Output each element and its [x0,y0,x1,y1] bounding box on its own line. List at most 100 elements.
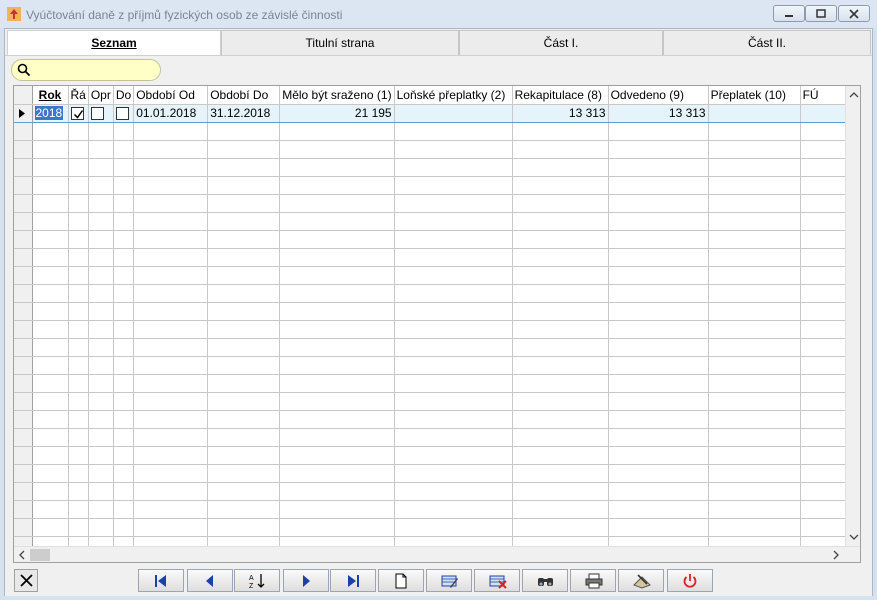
empty-cell [394,158,513,177]
horizontal-scrollbar[interactable] [14,546,860,562]
delete-record-button[interactable] [474,569,520,592]
scroll-right-icon[interactable] [829,548,843,562]
empty-cell [394,392,513,411]
cell-obdobi-od[interactable]: 01.01.2018 [133,103,209,123]
table-row[interactable]: 2018 01.01.2018 31.12.2018 21 195 13 313… [14,103,851,123]
exit-button[interactable] [667,569,713,592]
cell-rok[interactable]: 2018 [32,103,69,123]
empty-cell [279,464,395,483]
edit-record-button[interactable] [426,569,472,592]
empty-cell [512,392,609,411]
empty-cell [800,338,851,357]
cell-dodatecny[interactable] [113,103,135,123]
close-window-button[interactable] [838,5,870,22]
new-record-button[interactable] [378,569,424,592]
column-header-obdobi-od[interactable]: Období Od [133,86,209,105]
vertical-scrollbar[interactable] [845,86,861,546]
empty-cell [68,320,89,339]
empty-cell [14,446,33,465]
empty-row [14,374,851,393]
radny-checkbox[interactable] [70,107,84,121]
empty-cell [133,158,209,177]
column-header-preplatek[interactable]: Přeplatek (10) [708,86,801,105]
edit-icon [441,575,458,588]
search-input[interactable] [36,62,156,78]
empty-cell [207,464,281,483]
next-record-button[interactable] [283,569,329,592]
horizontal-scroll-thumb[interactable] [30,549,50,561]
cell-opravny[interactable] [88,103,114,123]
tab-seznam[interactable]: Seznam [7,30,221,56]
scroll-left-icon[interactable] [15,548,29,562]
empty-cell [512,356,609,375]
cell-obdobi-do[interactable]: 31.12.2018 [207,103,281,123]
cell-preplatek[interactable] [708,103,801,123]
previous-record-button[interactable] [187,569,233,592]
empty-cell [394,446,513,465]
minimize-button[interactable] [773,5,805,22]
column-header-rok[interactable]: Rok [32,86,69,105]
column-header-obdobi-do[interactable]: Období Do [207,86,281,105]
empty-cell [133,374,209,393]
empty-cell [133,500,209,519]
tab-titulni-strana[interactable]: Titulní strana [221,30,459,55]
empty-cell [14,122,33,141]
empty-cell [708,176,801,195]
cell-fu[interactable] [800,103,851,123]
print-button[interactable] [570,569,616,592]
opravny-checkbox[interactable] [90,107,104,121]
empty-cell [800,194,851,213]
column-header-dodatecny[interactable]: Do [113,86,135,105]
empty-cell [32,266,69,285]
empty-cell [708,284,801,303]
empty-cell [207,320,281,339]
empty-cell [800,446,851,465]
empty-cell [32,446,69,465]
dodatecny-checkbox[interactable] [115,107,129,121]
empty-cell [88,248,114,267]
search-box[interactable] [11,59,161,81]
close-form-button[interactable] [14,569,38,592]
column-header-odvedeno[interactable]: Odvedeno (9) [608,86,709,105]
empty-cell [113,482,135,501]
empty-cell [512,158,609,177]
column-header-rekapitulace[interactable]: Rekapitulace (8) [512,86,609,105]
cell-radny[interactable] [68,103,89,123]
cell-lonske-preplatky[interactable] [394,103,513,123]
search-icon [17,63,31,77]
empty-cell [708,212,801,231]
empty-row [14,266,851,285]
cell-rekapitulace[interactable]: 13 313 [512,103,609,123]
column-header-fu[interactable]: FÚ [800,86,851,105]
column-header-opravny[interactable]: Opr [88,86,114,105]
empty-cell [279,392,395,411]
first-record-button[interactable] [138,569,184,592]
empty-cell [207,410,281,429]
empty-cell [68,356,89,375]
empty-cell [88,374,114,393]
empty-cell [68,230,89,249]
column-header-lonske-preplatky[interactable]: Loňské přeplatky (2) [394,86,513,105]
scroll-down-icon[interactable] [846,530,861,544]
maximize-button[interactable] [805,5,837,22]
empty-cell [394,194,513,213]
data-grid[interactable]: Rok Řá Opr Do Období Od Období Do Mělo b… [13,85,861,563]
scroll-up-icon[interactable] [846,88,861,102]
empty-cell [14,212,33,231]
sort-button[interactable]: AZ [234,569,280,592]
empty-cell [88,500,114,519]
cell-odvedeno[interactable]: 13 313 [608,103,709,123]
empty-cell [32,230,69,249]
empty-cell [708,320,801,339]
find-record-button[interactable] [522,569,568,592]
empty-cell [14,464,33,483]
export-button[interactable] [618,569,664,592]
column-header-radny[interactable]: Řá [68,86,89,105]
tab-cast-1[interactable]: Část I. [459,30,663,55]
tab-cast-2[interactable]: Část II. [663,30,871,55]
empty-cell [88,176,114,195]
last-record-button[interactable] [330,569,376,592]
cell-melo-byt-srazeno[interactable]: 21 195 [279,103,395,123]
column-header-melo-byt-srazeno[interactable]: Mělo být sraženo (1) [279,86,395,105]
empty-row [14,500,851,519]
